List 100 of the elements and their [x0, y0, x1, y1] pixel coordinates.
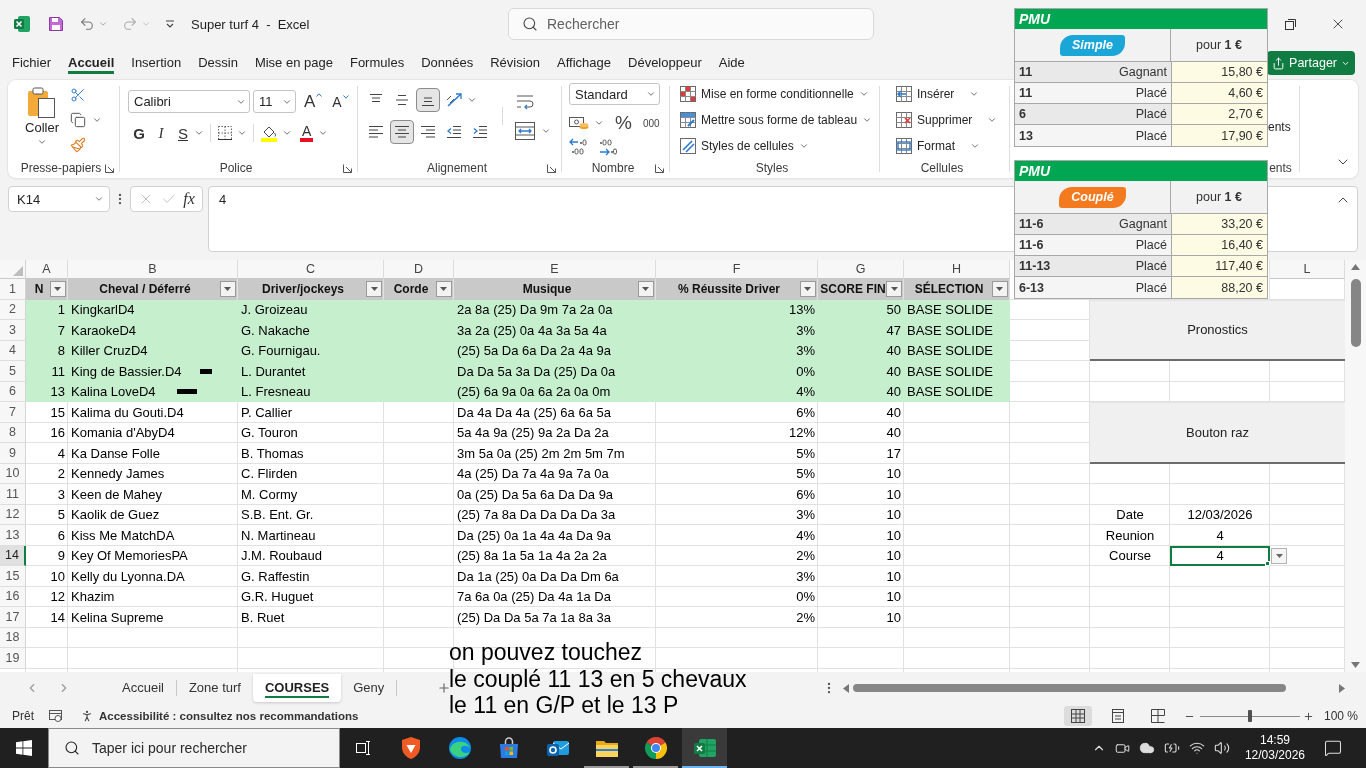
cut-icon[interactable]	[70, 87, 86, 103]
taskbar-app-button[interactable]	[682, 728, 727, 768]
decrease-decimal-icon[interactable]	[597, 138, 617, 156]
start-icon[interactable]	[16, 740, 32, 756]
table-cell[interactable]: 12/03/2026	[1170, 504, 1270, 525]
borders-icon[interactable]	[217, 125, 233, 141]
accessibility-status[interactable]: Accessibilité : consultez nos recommandations	[99, 710, 359, 722]
percent-button[interactable]: %	[615, 112, 632, 134]
slider-thumb[interactable]	[1247, 710, 1252, 722]
filter-button[interactable]	[50, 281, 66, 298]
filter-button[interactable]	[638, 281, 654, 298]
sheet-tab[interactable]: Zone turf	[176, 674, 253, 702]
format-as-table-button[interactable]: Mettre sous forme de tableau	[678, 108, 875, 132]
customize-toolbar-icon[interactable]	[165, 20, 175, 28]
thousands-separator-button[interactable]: 000	[642, 117, 660, 129]
vertical-scrollbar[interactable]	[1345, 260, 1366, 672]
caret-icon[interactable]	[282, 128, 292, 138]
battery-icon[interactable]	[1163, 740, 1180, 756]
fill-color-icon[interactable]	[260, 124, 278, 142]
italic-button[interactable]: I	[150, 122, 172, 144]
wifi-icon[interactable]	[1188, 740, 1205, 756]
taskbar-search-field[interactable]: Taper ici pour rechercher	[92, 740, 339, 756]
format-painter-icon[interactable]	[70, 137, 86, 153]
menu-tab[interactable]: Mise en page	[254, 52, 333, 74]
caret-icon[interactable]	[92, 115, 102, 125]
merge-center-icon[interactable]	[515, 122, 535, 140]
name-box[interactable]: K14	[8, 186, 110, 212]
restore-icon[interactable]	[1285, 18, 1296, 30]
menu-tab[interactable]: Données	[421, 52, 474, 74]
scroll-right-icon[interactable]	[1339, 683, 1345, 693]
insert-function-button[interactable]: fx	[183, 190, 195, 208]
menu-tab[interactable]: Aide	[718, 52, 745, 74]
format-button[interactable]: Format	[894, 134, 1000, 158]
taskbar-search-box[interactable]: Taper ici pour rechercher	[48, 728, 340, 768]
font-size-select[interactable]: 11	[253, 90, 296, 113]
scroll-left-icon[interactable]	[843, 683, 849, 693]
copy-icon[interactable]	[70, 112, 86, 128]
zoom-in-icon[interactable]	[1302, 710, 1314, 722]
sheet-tab[interactable]: Geny	[341, 674, 397, 702]
conditional-formatting-button[interactable]: Mise en forme conditionnelle	[678, 82, 875, 106]
addins-button[interactable]: ents	[1268, 120, 1291, 134]
dialog-launcher-icon[interactable]	[547, 163, 556, 173]
sheet-button[interactable]: Pronostics	[1090, 299, 1345, 361]
notification-icon[interactable]	[1324, 739, 1342, 757]
save-icon[interactable]	[48, 16, 64, 32]
search-field[interactable]: Rechercher	[547, 16, 873, 32]
share-button[interactable]: Partager	[1267, 51, 1355, 75]
delete-button[interactable]: Supprimer	[894, 108, 1000, 132]
scroll-down-icon[interactable]	[1351, 662, 1360, 668]
sheet-tab[interactable]: COURSES	[252, 674, 342, 702]
menu-tab[interactable]: Accueil	[68, 52, 115, 74]
text-orientation-icon[interactable]	[445, 91, 465, 109]
dialog-launcher-icon[interactable]	[105, 163, 114, 173]
underline-button[interactable]: S	[172, 122, 194, 144]
dropdown-button[interactable]	[1271, 547, 1287, 564]
menu-tab[interactable]: Affichage	[557, 52, 611, 74]
caret-icon[interactable]	[237, 128, 247, 138]
table-cell[interactable]: 4	[1170, 545, 1270, 566]
wrap-text-icon[interactable]	[515, 92, 535, 112]
menu-tab[interactable]: Développeur	[628, 52, 702, 74]
filter-button[interactable]	[800, 281, 816, 298]
bold-button[interactable]: G	[128, 122, 150, 144]
dialog-launcher-icon[interactable]	[343, 163, 352, 173]
normal-view-button[interactable]	[1063, 706, 1092, 726]
clock-date[interactable]: 12/03/2026	[1244, 748, 1305, 763]
caret-icon[interactable]	[467, 95, 477, 105]
speaker-icon[interactable]	[1213, 740, 1230, 756]
menu-tab[interactable]: Fichier	[12, 52, 51, 74]
zoom-level[interactable]: 100 %	[1323, 709, 1358, 723]
add-sheet-icon[interactable]	[437, 681, 452, 695]
filter-button[interactable]	[992, 281, 1008, 298]
filter-button[interactable]	[436, 281, 452, 298]
clock-time[interactable]: 14:59	[1259, 733, 1290, 748]
align-center-button[interactable]	[390, 120, 414, 144]
menu-tab[interactable]: Formules	[349, 52, 405, 74]
insert-button[interactable]: Insérer	[894, 82, 1000, 106]
search-box[interactable]: Rechercher	[508, 8, 874, 40]
decrease-indent-icon[interactable]	[446, 125, 462, 139]
dialog-launcher-icon[interactable]	[655, 163, 664, 173]
align-bottom-button[interactable]	[416, 88, 440, 112]
menu-tab[interactable]: Dessin	[198, 52, 238, 74]
font-color-button[interactable]: A	[298, 122, 316, 144]
table-cell[interactable]: 4	[1170, 525, 1270, 546]
cell-styles-button[interactable]: Styles de cellules	[678, 134, 875, 158]
caret-icon[interactable]	[194, 128, 204, 138]
menu-tab[interactable]: Insertion	[131, 52, 182, 74]
increase-indent-icon[interactable]	[472, 125, 488, 139]
shrink-font-button[interactable]: A	[330, 94, 351, 109]
cloud-icon[interactable]	[1138, 740, 1155, 756]
task-view-icon[interactable]	[356, 741, 370, 755]
number-format-select[interactable]: Standard	[569, 83, 660, 105]
undo-icon[interactable]	[79, 16, 95, 32]
increase-decimal-icon[interactable]	[569, 138, 589, 156]
filter-button[interactable]	[886, 281, 902, 298]
filter-button[interactable]	[220, 281, 236, 298]
caret-icon[interactable]	[541, 126, 551, 136]
scrollbar-thumb[interactable]	[1350, 279, 1361, 347]
caret-icon[interactable]	[594, 118, 604, 128]
paste-button[interactable]: Coller	[20, 86, 64, 147]
menu-tab[interactable]: Révision	[490, 52, 541, 74]
